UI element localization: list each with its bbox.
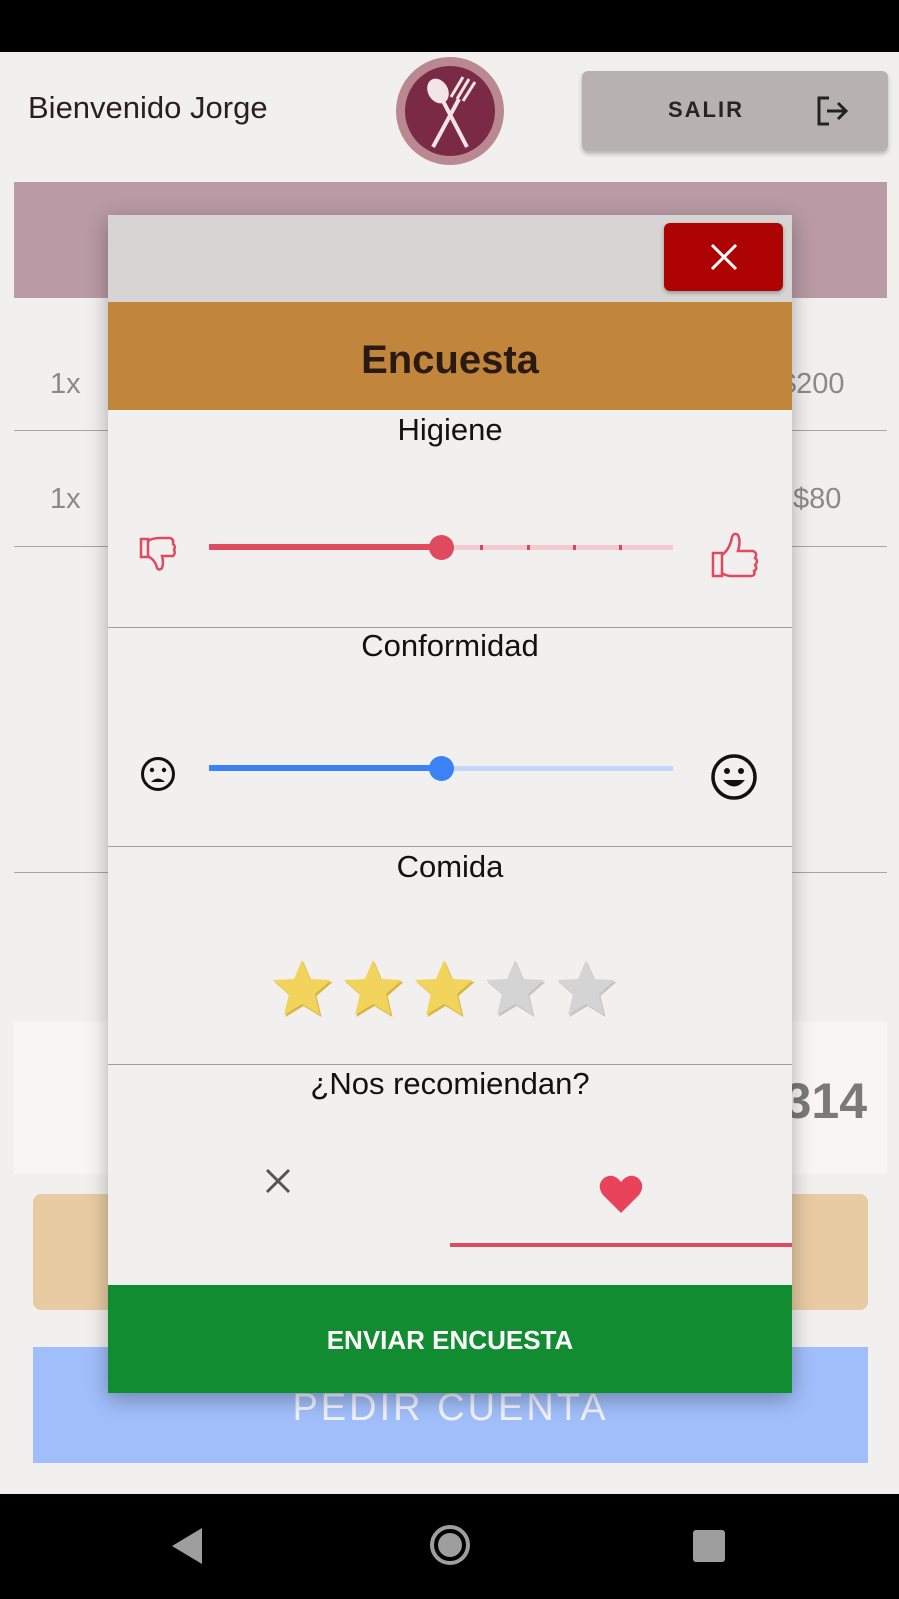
logout-label: SALIR	[668, 97, 744, 122]
back-icon[interactable]	[172, 1528, 202, 1564]
x-icon[interactable]	[262, 1165, 294, 1202]
close-icon	[710, 243, 737, 271]
order-line-price: $80	[793, 483, 842, 515]
order-line-qty: 1x	[50, 368, 81, 400]
restaurant-logo	[396, 57, 504, 165]
survey-modal: Encuesta Higiene Conformidad Comida ¿Nos…	[108, 215, 792, 1393]
star-icon[interactable]	[554, 957, 618, 1024]
order-line-qty: 1x	[50, 483, 81, 515]
status-bar	[0, 0, 899, 52]
star-icon[interactable]	[483, 957, 547, 1024]
home-icon[interactable]	[430, 1525, 470, 1565]
hygiene-slider[interactable]	[209, 535, 673, 560]
star-icon[interactable]	[341, 957, 405, 1024]
recents-icon[interactable]	[693, 1530, 725, 1562]
slider-thumb[interactable]	[429, 756, 454, 781]
question-label-conformity: Conformidad	[361, 628, 539, 663]
conformity-slider[interactable]	[209, 756, 673, 781]
sad-face-icon	[140, 756, 176, 797]
recommend-selected-indicator	[450, 1243, 792, 1247]
slider-tick	[480, 545, 483, 550]
slider-fill	[209, 765, 441, 771]
slider-thumb[interactable]	[429, 535, 454, 560]
submit-survey-button[interactable]: ENVIAR ENCUESTA	[108, 1285, 792, 1393]
close-button[interactable]	[664, 223, 783, 291]
star-icon[interactable]	[270, 957, 334, 1024]
divider	[108, 1064, 792, 1065]
submit-survey-label: ENVIAR ENCUESTA	[326, 1325, 574, 1355]
logout-button[interactable]: SALIR	[582, 71, 888, 151]
spoon-fork-logo-icon	[427, 76, 477, 148]
question-label-hygiene: Higiene	[397, 412, 503, 447]
request-bill-label: PEDIR CUENTA	[292, 1387, 609, 1429]
welcome-text: Bienvenido Jorge	[28, 90, 268, 125]
happy-face-icon	[710, 753, 758, 806]
logout-icon	[814, 93, 850, 132]
slider-tick	[619, 545, 622, 550]
thumbs-down-icon	[138, 535, 178, 578]
question-label-food: Comida	[396, 849, 504, 884]
survey-header: Encuesta	[108, 302, 792, 410]
slider-fill	[209, 544, 441, 550]
slider-tick	[527, 545, 530, 550]
divider	[108, 846, 792, 847]
thumbs-up-icon	[710, 531, 760, 584]
slider-tick	[573, 545, 576, 550]
star-icon[interactable]	[412, 957, 476, 1024]
modal-topbar	[108, 215, 792, 302]
survey-title: Encuesta	[361, 338, 539, 382]
heart-icon[interactable]	[598, 1173, 644, 1220]
question-label-recommend: ¿Nos recomiendan?	[310, 1066, 590, 1101]
